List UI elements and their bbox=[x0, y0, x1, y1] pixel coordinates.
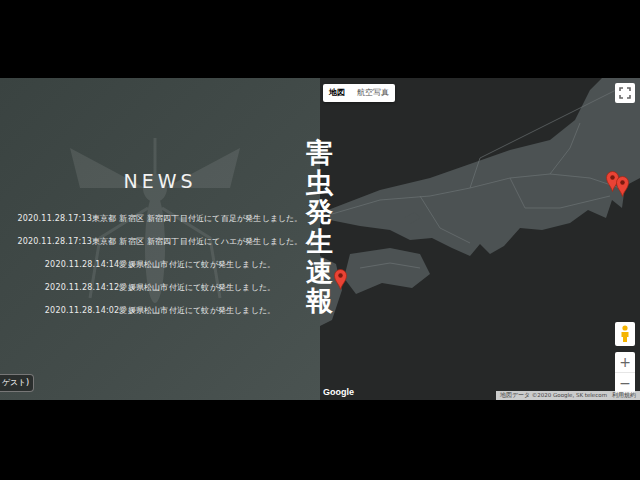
news-item[interactable]: 2020.11.28.17:13東京都 新宿区 新宿四丁目付近にてハエが発生しま… bbox=[17, 230, 302, 253]
news-panel: NEWS 2020.11.28.17:13東京都 新宿区 新宿四丁目付近にて百足が… bbox=[0, 78, 320, 400]
map[interactable]: 地図航空写真 +− Google 地図データ ©2020 Google, SK tel… bbox=[320, 78, 640, 400]
map-pin-icon[interactable] bbox=[334, 269, 347, 290]
street-view-button[interactable] bbox=[615, 322, 635, 346]
terms-link[interactable]: 利用規約 bbox=[612, 392, 636, 399]
page: NEWS 2020.11.28.17:13東京都 新宿区 新宿四丁目付近にて百足が… bbox=[0, 0, 640, 480]
news-item[interactable]: 2020.11.28.14:14愛媛県松山市付近にて蚊が発生しました。 bbox=[45, 253, 275, 276]
news-item[interactable]: 2020.11.28.14:02愛媛県松山市付近にて蚊が発生しました。 bbox=[45, 299, 275, 322]
fullscreen-icon bbox=[619, 87, 631, 99]
map-type-control: 地図航空写真 bbox=[323, 84, 395, 102]
attribution-text: 地図データ ©2020 Google, SK telecom bbox=[500, 392, 607, 399]
map-type-button[interactable]: 航空写真 bbox=[351, 84, 395, 102]
zoom-button[interactable]: + bbox=[615, 352, 635, 372]
map-pin-icon[interactable] bbox=[616, 176, 629, 197]
pegman-icon bbox=[620, 325, 630, 343]
zoom-control: +− bbox=[615, 352, 635, 393]
headline: 害虫発生速報 bbox=[306, 138, 333, 316]
guest-tab[interactable]: ゲスト) bbox=[0, 374, 34, 392]
fullscreen-button[interactable] bbox=[615, 83, 635, 103]
map-type-button[interactable]: 地図 bbox=[323, 84, 351, 102]
zoom-button[interactable]: − bbox=[615, 372, 635, 393]
bottom-band bbox=[0, 400, 640, 480]
news-list: NEWS 2020.11.28.17:13東京都 新宿区 新宿四丁目付近にて百足が… bbox=[17, 170, 302, 322]
stage: NEWS 2020.11.28.17:13東京都 新宿区 新宿四丁目付近にて百足が… bbox=[0, 78, 640, 400]
top-band bbox=[0, 0, 640, 78]
map-attribution: 地図データ ©2020 Google, SK telecom 利用規約 bbox=[496, 391, 640, 400]
news-item[interactable]: 2020.11.28.14:12愛媛県松山市付近にて蚊が発生しました。 bbox=[45, 276, 275, 299]
news-item[interactable]: 2020.11.28.17:13東京都 新宿区 新宿四丁目付近にて百足が発生しま… bbox=[17, 207, 302, 230]
map-land-icon bbox=[320, 78, 640, 400]
news-title: NEWS bbox=[123, 170, 196, 193]
google-logo: Google bbox=[323, 387, 354, 398]
